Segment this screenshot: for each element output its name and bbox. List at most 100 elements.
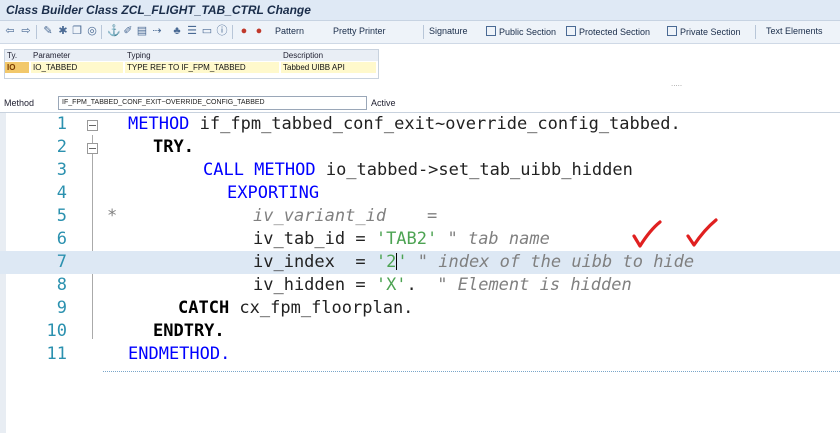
public-section-button[interactable]: Public Section	[486, 26, 556, 37]
window-titlebar: Class Builder Class ZCL_FLIGHT_TAB_CTRL …	[0, 0, 840, 21]
line-number: 10	[46, 321, 67, 341]
code-line[interactable]: 2 TRY.	[0, 136, 840, 159]
more-indicator: .....	[671, 79, 683, 88]
pattern-button[interactable]: Pattern	[275, 26, 304, 36]
column-header-description: Description	[281, 50, 378, 61]
code-line[interactable]: 8 iv_hidden = 'X'. " Element is hidden	[0, 274, 840, 297]
line-number: 4	[56, 183, 67, 203]
line-number: 11	[46, 344, 67, 364]
comment-marker: *	[107, 206, 118, 226]
line-number: 2	[56, 137, 67, 157]
info-icon[interactable]: ⓘ	[216, 25, 228, 37]
line-number: 6	[56, 229, 67, 249]
code-token: if_fpm_tabbed_conf_exit~override_config_…	[189, 114, 681, 134]
parameter-type-cell[interactable]: IO	[5, 62, 29, 73]
code-token: .	[406, 275, 417, 295]
code-line[interactable]: 3 CALL METHOD io_tabbed->set_tab_uibb_hi…	[0, 159, 840, 182]
code-token: iv_tab_id =	[253, 229, 376, 249]
comment-text: " tab name	[437, 229, 550, 249]
column-header-parameter: Parameter	[31, 50, 126, 61]
section-icon	[566, 26, 576, 36]
session-breakpoint-icon[interactable]: ●	[253, 25, 265, 37]
line-number: 9	[56, 298, 67, 318]
string-literal: 'X'	[375, 275, 407, 295]
code-line-current[interactable]: 7 iv_index = '2' " index of the uibb to …	[0, 251, 840, 274]
toolbar-separator	[232, 25, 233, 39]
text-elements-button[interactable]: Text Elements	[766, 26, 823, 36]
keyword: CALL METHOD	[203, 160, 316, 180]
keyword: ENDMETHOD	[128, 344, 221, 364]
object-list-icon[interactable]: ✐	[122, 25, 134, 37]
code-line[interactable]: 11 ENDMETHOD.	[0, 343, 840, 366]
pretty-printer-button[interactable]: Pretty Printer	[333, 26, 386, 36]
string-literal: '2	[375, 252, 397, 272]
signature-button[interactable]: Signature	[429, 26, 468, 36]
column-header-typing: Typing	[125, 50, 282, 61]
private-section-button[interactable]: Private Section	[667, 26, 741, 37]
check-icon[interactable]: ◎	[86, 25, 98, 37]
checkmark-icon	[686, 218, 718, 247]
enhance-icon[interactable]: ☰	[186, 25, 198, 37]
code-text: CATCH cx_fpm_floorplan.	[178, 298, 413, 318]
comment-text: iv_variant_id =	[253, 206, 438, 226]
public-section-label: Public Section	[499, 27, 557, 37]
line-number: 5	[56, 206, 67, 226]
toolbar-separator	[755, 25, 756, 39]
parameter-typing-cell[interactable]: TYPE REF TO IF_FPM_TABBED	[125, 62, 279, 73]
keyword: CATCH	[178, 298, 230, 318]
keyword: TRY	[153, 137, 184, 157]
frame-icon[interactable]: ▭	[201, 25, 213, 37]
code-token: io_tabbed->set_tab_uibb_hidden	[315, 160, 633, 180]
parameter-name-cell[interactable]: IO_TABBED	[31, 62, 123, 73]
layout-icon[interactable]: ♣	[171, 25, 183, 37]
back-icon[interactable]: ⇦	[4, 25, 16, 37]
line-number: 3	[56, 160, 67, 180]
method-row: Method IF_FPM_TABBED_CONF_EXIT~OVERRIDE_…	[0, 96, 840, 110]
where-used-icon[interactable]: ⚓	[107, 25, 121, 37]
parameter-table: Ty. Parameter Typing Description IO IO_T…	[4, 49, 379, 79]
code-text: iv_tab_id = 'TAB2' " tab name	[253, 229, 550, 249]
protected-section-button[interactable]: Protected Section	[566, 26, 650, 37]
code-text: iv_index = '2' " index of the uibb to hi…	[253, 252, 694, 272]
hierarchy-icon[interactable]: ▤	[136, 25, 148, 37]
activate-icon[interactable]: ❐	[71, 25, 83, 37]
checkmark-icon	[632, 220, 662, 248]
toolbar-separator	[36, 25, 37, 39]
code-line[interactable]: 10 ENDTRY.	[0, 320, 840, 343]
protected-section-label: Protected Section	[579, 27, 651, 37]
navigation-window-icon[interactable]: ⇢	[151, 25, 163, 37]
section-icon	[486, 26, 496, 36]
comment-text: " Element is hidden	[416, 275, 632, 295]
code-text: METHOD if_fpm_tabbed_conf_exit~override_…	[128, 114, 681, 134]
display-change-icon[interactable]: ✱	[57, 25, 69, 37]
toolbar-separator	[423, 25, 424, 39]
forward-icon[interactable]: ⇨	[20, 25, 32, 37]
collapse-icon[interactable]	[87, 120, 98, 131]
code-text: iv_hidden = 'X'. " Element is hidden	[253, 275, 632, 295]
string-literal: 'TAB2'	[375, 229, 438, 249]
code-token: .	[220, 344, 231, 364]
code-line[interactable]: 9 CATCH cx_fpm_floorplan.	[0, 297, 840, 320]
other-object-icon[interactable]: ✎	[42, 25, 54, 37]
string-literal: '	[397, 252, 408, 272]
code-text: ENDTRY.	[153, 321, 225, 341]
application-toolbar: ⇦ ⇨ ✎ ✱ ❐ ◎ ⚓ ✐ ▤ ⇢ ♣ ☰ ▭ ⓘ ● ● Pattern …	[0, 21, 840, 44]
parameter-description-cell[interactable]: Tabbed UIBB API	[281, 62, 376, 73]
code-text: CALL METHOD io_tabbed->set_tab_uibb_hidd…	[203, 160, 633, 180]
code-token: iv_hidden =	[253, 275, 376, 295]
code-token: .	[183, 137, 194, 157]
breakpoint-icon[interactable]: ●	[238, 25, 250, 37]
column-header-type: Ty.	[5, 50, 32, 61]
method-name-field[interactable]: IF_FPM_TABBED_CONF_EXIT~OVERRIDE_CONFIG_…	[58, 96, 367, 110]
end-of-code-divider	[103, 371, 840, 372]
code-text: TRY.	[153, 137, 194, 157]
collapse-icon[interactable]	[87, 143, 98, 154]
code-line[interactable]: 4 EXPORTING	[0, 182, 840, 205]
line-number: 7	[56, 252, 67, 272]
code-line[interactable]: 1 METHOD if_fpm_tabbed_conf_exit~overrid…	[0, 113, 840, 136]
code-token: iv_index =	[253, 252, 376, 272]
code-editor[interactable]: 1 METHOD if_fpm_tabbed_conf_exit~overrid…	[0, 112, 840, 433]
code-text: EXPORTING	[227, 183, 319, 203]
code-text: ENDMETHOD.	[128, 344, 230, 364]
section-icon	[667, 26, 677, 36]
